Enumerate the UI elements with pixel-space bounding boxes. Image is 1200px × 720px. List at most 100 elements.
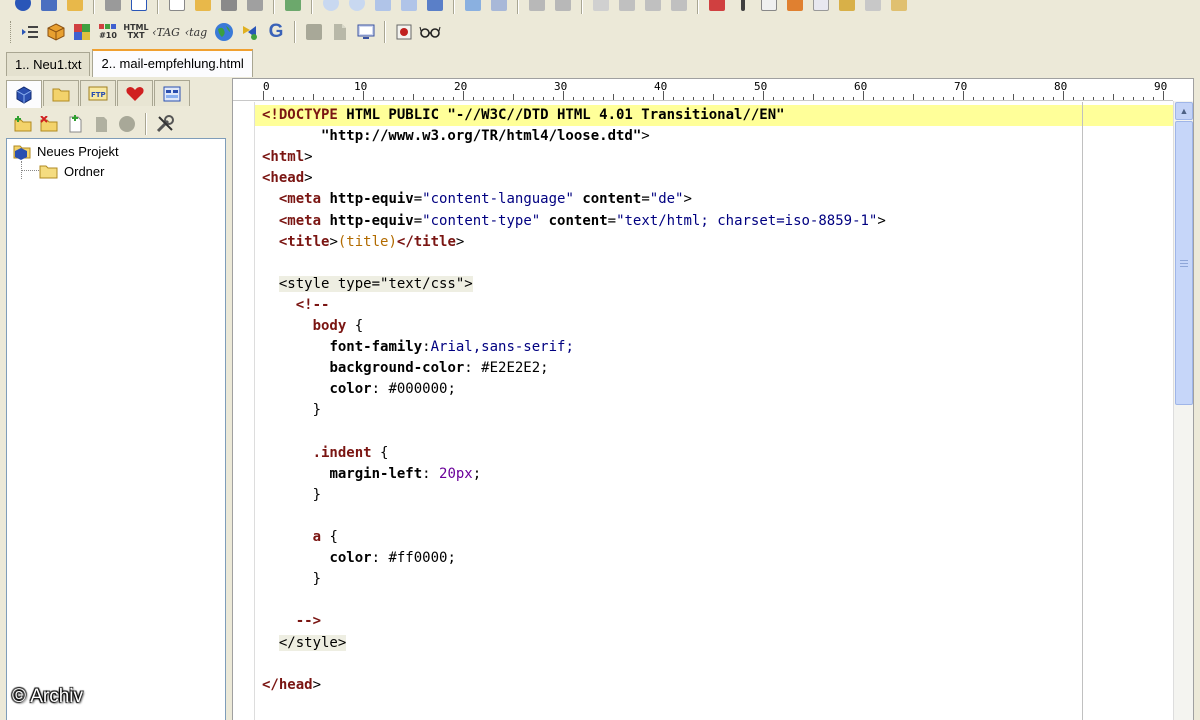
copy-button[interactable] — [615, 0, 639, 15]
ruler-tick — [1123, 97, 1124, 100]
forward-icon — [555, 0, 571, 11]
hash-button[interactable]: #10 — [96, 20, 120, 44]
paste-button[interactable] — [641, 0, 665, 15]
vertical-scrollbar[interactable]: ▲ — [1173, 101, 1193, 720]
record-button[interactable] — [392, 20, 416, 44]
back-button[interactable] — [525, 0, 549, 15]
monitor-button[interactable] — [354, 20, 378, 44]
code-text-area[interactable]: <!DOCTYPE HTML PUBLIC "-//W3C//DTD HTML … — [255, 102, 1173, 720]
ruler-tick — [1003, 97, 1004, 100]
tab-neu1[interactable]: 1.. Neu1.txt — [6, 52, 91, 76]
glasses-button[interactable] — [418, 20, 442, 44]
code-token: http-equiv — [321, 191, 414, 208]
code-line: <html> — [262, 147, 313, 168]
page-button[interactable] — [328, 20, 352, 44]
indent-button[interactable] — [705, 0, 729, 15]
new-project-button[interactable] — [11, 0, 35, 15]
ruler-tick — [293, 97, 294, 100]
ruler-tick — [893, 97, 894, 100]
hash-icon: #10 — [98, 23, 118, 41]
globe-button[interactable] — [212, 20, 236, 44]
tab-project[interactable] — [6, 80, 42, 108]
toolbar-grip[interactable] — [10, 21, 13, 43]
tag-upper-button[interactable]: ‹TAG — [152, 20, 180, 44]
code-line: </head> — [262, 675, 321, 696]
code-token: > — [312, 676, 322, 693]
tag-lower-button[interactable]: ‹tag — [182, 20, 210, 44]
search-next-icon — [349, 0, 365, 11]
cube-button[interactable] — [44, 20, 68, 44]
forward-button[interactable] — [551, 0, 575, 15]
open-folder-button[interactable] — [63, 0, 87, 15]
tools-button[interactable] — [783, 0, 807, 15]
code-token: </title — [396, 233, 456, 250]
indent-list-button[interactable] — [18, 20, 42, 44]
secondary-toolbar: #10 HTML TXT ‹TAG ‹tag G — [0, 17, 443, 47]
ruler-tick — [1103, 97, 1104, 100]
ruler-tick — [733, 97, 734, 100]
tab-favorites[interactable] — [117, 80, 153, 106]
html-to-text-button[interactable]: HTML TXT — [122, 20, 150, 44]
tab-mail-empfehlung[interactable]: 2.. mail-empfehlung.html — [92, 49, 253, 77]
project-tree: Neues Projekt Ordner — [6, 138, 226, 720]
project-open-icon — [41, 0, 57, 11]
save-button[interactable] — [217, 0, 241, 15]
google-search-button[interactable]: G — [264, 20, 288, 44]
find-next-button[interactable] — [345, 0, 369, 15]
gray-block-button[interactable] — [302, 20, 326, 44]
circle-icon — [119, 116, 135, 132]
tree-node-project[interactable]: Neues Projekt — [13, 141, 119, 161]
tab-snippets[interactable] — [154, 80, 190, 106]
clipboard-button[interactable] — [835, 0, 859, 15]
delete-folder-button[interactable] — [37, 112, 61, 136]
tree-node-folder[interactable]: Ordner — [39, 161, 104, 181]
code-token: "text/html; charset=iso-8859-1" — [616, 212, 878, 229]
exit-button[interactable] — [887, 0, 911, 15]
save-all-button[interactable] — [243, 0, 267, 15]
numbers-button[interactable] — [861, 0, 885, 15]
color-grid-button[interactable] — [70, 20, 94, 44]
new-file-button[interactable] — [165, 0, 189, 15]
hash-label: #10 — [99, 31, 117, 40]
ftp-transfer-button[interactable] — [238, 20, 262, 44]
toolbar-separator — [697, 0, 699, 14]
tools-icon — [156, 115, 174, 133]
open-file-button[interactable] — [191, 0, 215, 15]
wordwrap-button[interactable] — [757, 0, 781, 15]
ruler-tick — [643, 97, 644, 100]
new-file-icon — [169, 0, 185, 11]
ruler-tick — [723, 97, 724, 100]
marker-button[interactable] — [731, 0, 755, 15]
monitor-icon — [357, 24, 375, 39]
new-project-folder-button[interactable] — [11, 112, 35, 136]
scrollbar-thumb[interactable] — [1175, 121, 1193, 405]
undo-history-button[interactable] — [101, 0, 125, 15]
add-file-button[interactable] — [63, 112, 87, 136]
cut-button[interactable] — [589, 0, 613, 15]
tab-explorer[interactable] — [43, 80, 79, 106]
remove-file-button[interactable] — [89, 112, 113, 136]
preview-button[interactable] — [487, 0, 511, 15]
goto-icon — [401, 0, 417, 11]
tab-ftp[interactable]: FTP — [80, 80, 116, 106]
ruler-tick — [573, 97, 574, 100]
delete-button[interactable] — [667, 0, 691, 15]
toolbar-separator — [311, 0, 313, 14]
ruler-tick — [813, 94, 814, 100]
scroll-up-button[interactable]: ▲ — [1175, 102, 1193, 120]
log-button[interactable] — [127, 0, 151, 15]
code-token: = — [413, 191, 423, 208]
bookmark-button[interactable] — [423, 0, 447, 15]
document-button[interactable] — [809, 0, 833, 15]
image-button[interactable] — [461, 0, 485, 15]
history-icon — [105, 0, 121, 11]
disabled-circle-button[interactable] — [115, 112, 139, 136]
goto-button[interactable] — [397, 0, 421, 15]
replace-button[interactable] — [371, 0, 395, 15]
open-project-button[interactable] — [37, 0, 61, 15]
code-token: <html — [262, 149, 305, 166]
find-button[interactable] — [319, 0, 343, 15]
print-button[interactable] — [281, 0, 305, 15]
properties-button[interactable] — [153, 112, 177, 136]
